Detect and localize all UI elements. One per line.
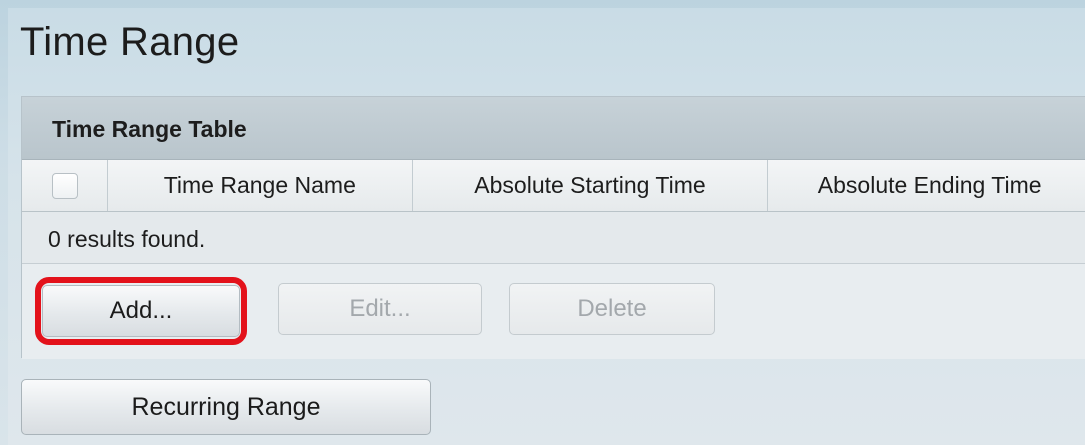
edit-button[interactable]: Edit... [278,283,482,335]
column-header-absolute-starting-time[interactable]: Absolute Starting Time [413,160,769,211]
select-all-checkbox[interactable] [52,172,78,199]
recurring-range-button[interactable]: Recurring Range [21,379,431,435]
page-title: Time Range [20,20,240,64]
delete-button[interactable]: Delete [509,283,715,335]
table-header-row: Time Range Name Absolute Starting Time A… [22,160,1085,212]
table-caption-label: Time Range Table [52,116,247,142]
table-caption: Time Range Table [22,97,1085,160]
column-header-absolute-ending-time[interactable]: Absolute Ending Time [768,160,1085,211]
add-button[interactable]: Add... [42,285,240,337]
table-actions-row: Add... Edit... Delete [22,264,1085,359]
header-select-all-cell [22,160,108,211]
page: Time Range Time Range Table Time Range N… [8,8,1085,445]
time-range-table: Time Range Table Time Range Name Absolut… [21,96,1085,359]
results-row: 0 results found. [22,212,1085,264]
column-header-time-range-name[interactable]: Time Range Name [108,160,413,211]
results-count-text: 0 results found. [48,226,206,252]
